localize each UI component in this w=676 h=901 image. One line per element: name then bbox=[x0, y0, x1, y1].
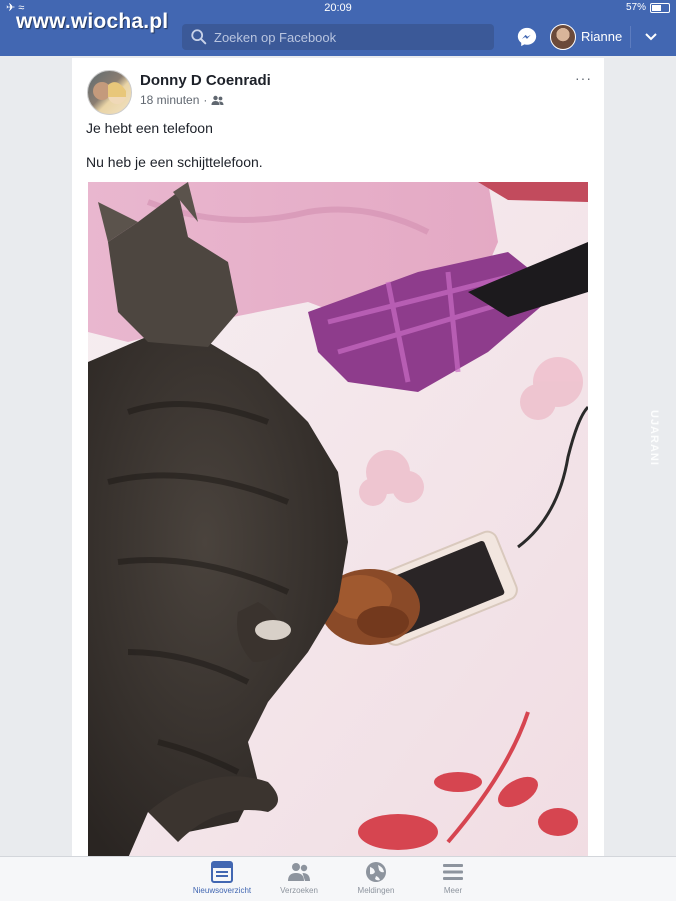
tab-label: Verzoeken bbox=[280, 886, 318, 895]
tab-label: Meldingen bbox=[357, 886, 395, 895]
chevron-down-icon[interactable] bbox=[644, 30, 658, 44]
site-watermark: www.wiocha.pl bbox=[16, 10, 169, 33]
post-text-line-2: Nu heb je een schijttelefoon. bbox=[86, 154, 263, 170]
cat-phone-photo bbox=[88, 182, 588, 858]
menu-icon bbox=[443, 864, 463, 880]
news-feed-icon bbox=[211, 861, 233, 883]
search-input[interactable] bbox=[212, 28, 486, 46]
post-time[interactable]: 18 minuten bbox=[140, 93, 199, 107]
search-bar[interactable] bbox=[182, 24, 494, 50]
bottom-tab-bar: Nieuwsoverzicht Verzoeken Meldingen Meer bbox=[0, 856, 676, 901]
avatar-photo bbox=[93, 82, 126, 104]
battery-percent: 57% bbox=[625, 2, 646, 13]
header-divider bbox=[630, 26, 631, 48]
post-text-line-1: Je hebt een telefoon bbox=[86, 120, 213, 136]
post-more-button[interactable]: ··· bbox=[575, 70, 592, 86]
friends-icon bbox=[211, 95, 224, 105]
meta-separator: · bbox=[203, 93, 208, 107]
post-card: Donny D Coenradi 18 minuten · ··· Je heb… bbox=[72, 58, 604, 858]
tab-friend-requests[interactable]: Verzoeken bbox=[261, 861, 337, 901]
tab-label: Meer bbox=[443, 886, 463, 895]
tab-news-feed[interactable]: Nieuwsoverzicht bbox=[184, 861, 260, 901]
user-name[interactable]: Rianne bbox=[581, 29, 622, 44]
post-author[interactable]: Donny D Coenradi bbox=[140, 72, 271, 89]
top-bar: ✈ ︎≈ 20:09 57% www.wiocha.pl Rianne bbox=[0, 0, 676, 56]
messenger-icon[interactable] bbox=[516, 26, 538, 48]
tab-label: Nieuwsoverzicht bbox=[192, 886, 252, 895]
author-avatar[interactable] bbox=[87, 70, 132, 115]
user-avatar[interactable] bbox=[550, 24, 576, 50]
battery-icon bbox=[650, 2, 670, 13]
battery-status: 57% bbox=[626, 2, 670, 13]
tab-notifications[interactable]: Meldingen bbox=[338, 861, 414, 901]
side-watermark: UJARANI bbox=[648, 410, 660, 466]
post-photo[interactable] bbox=[88, 182, 588, 858]
search-icon bbox=[191, 29, 207, 45]
post-meta: 18 minuten · bbox=[140, 93, 224, 107]
tab-more[interactable]: Meer bbox=[415, 861, 491, 901]
globe-icon bbox=[366, 862, 386, 882]
friend-requests-icon bbox=[288, 863, 310, 881]
